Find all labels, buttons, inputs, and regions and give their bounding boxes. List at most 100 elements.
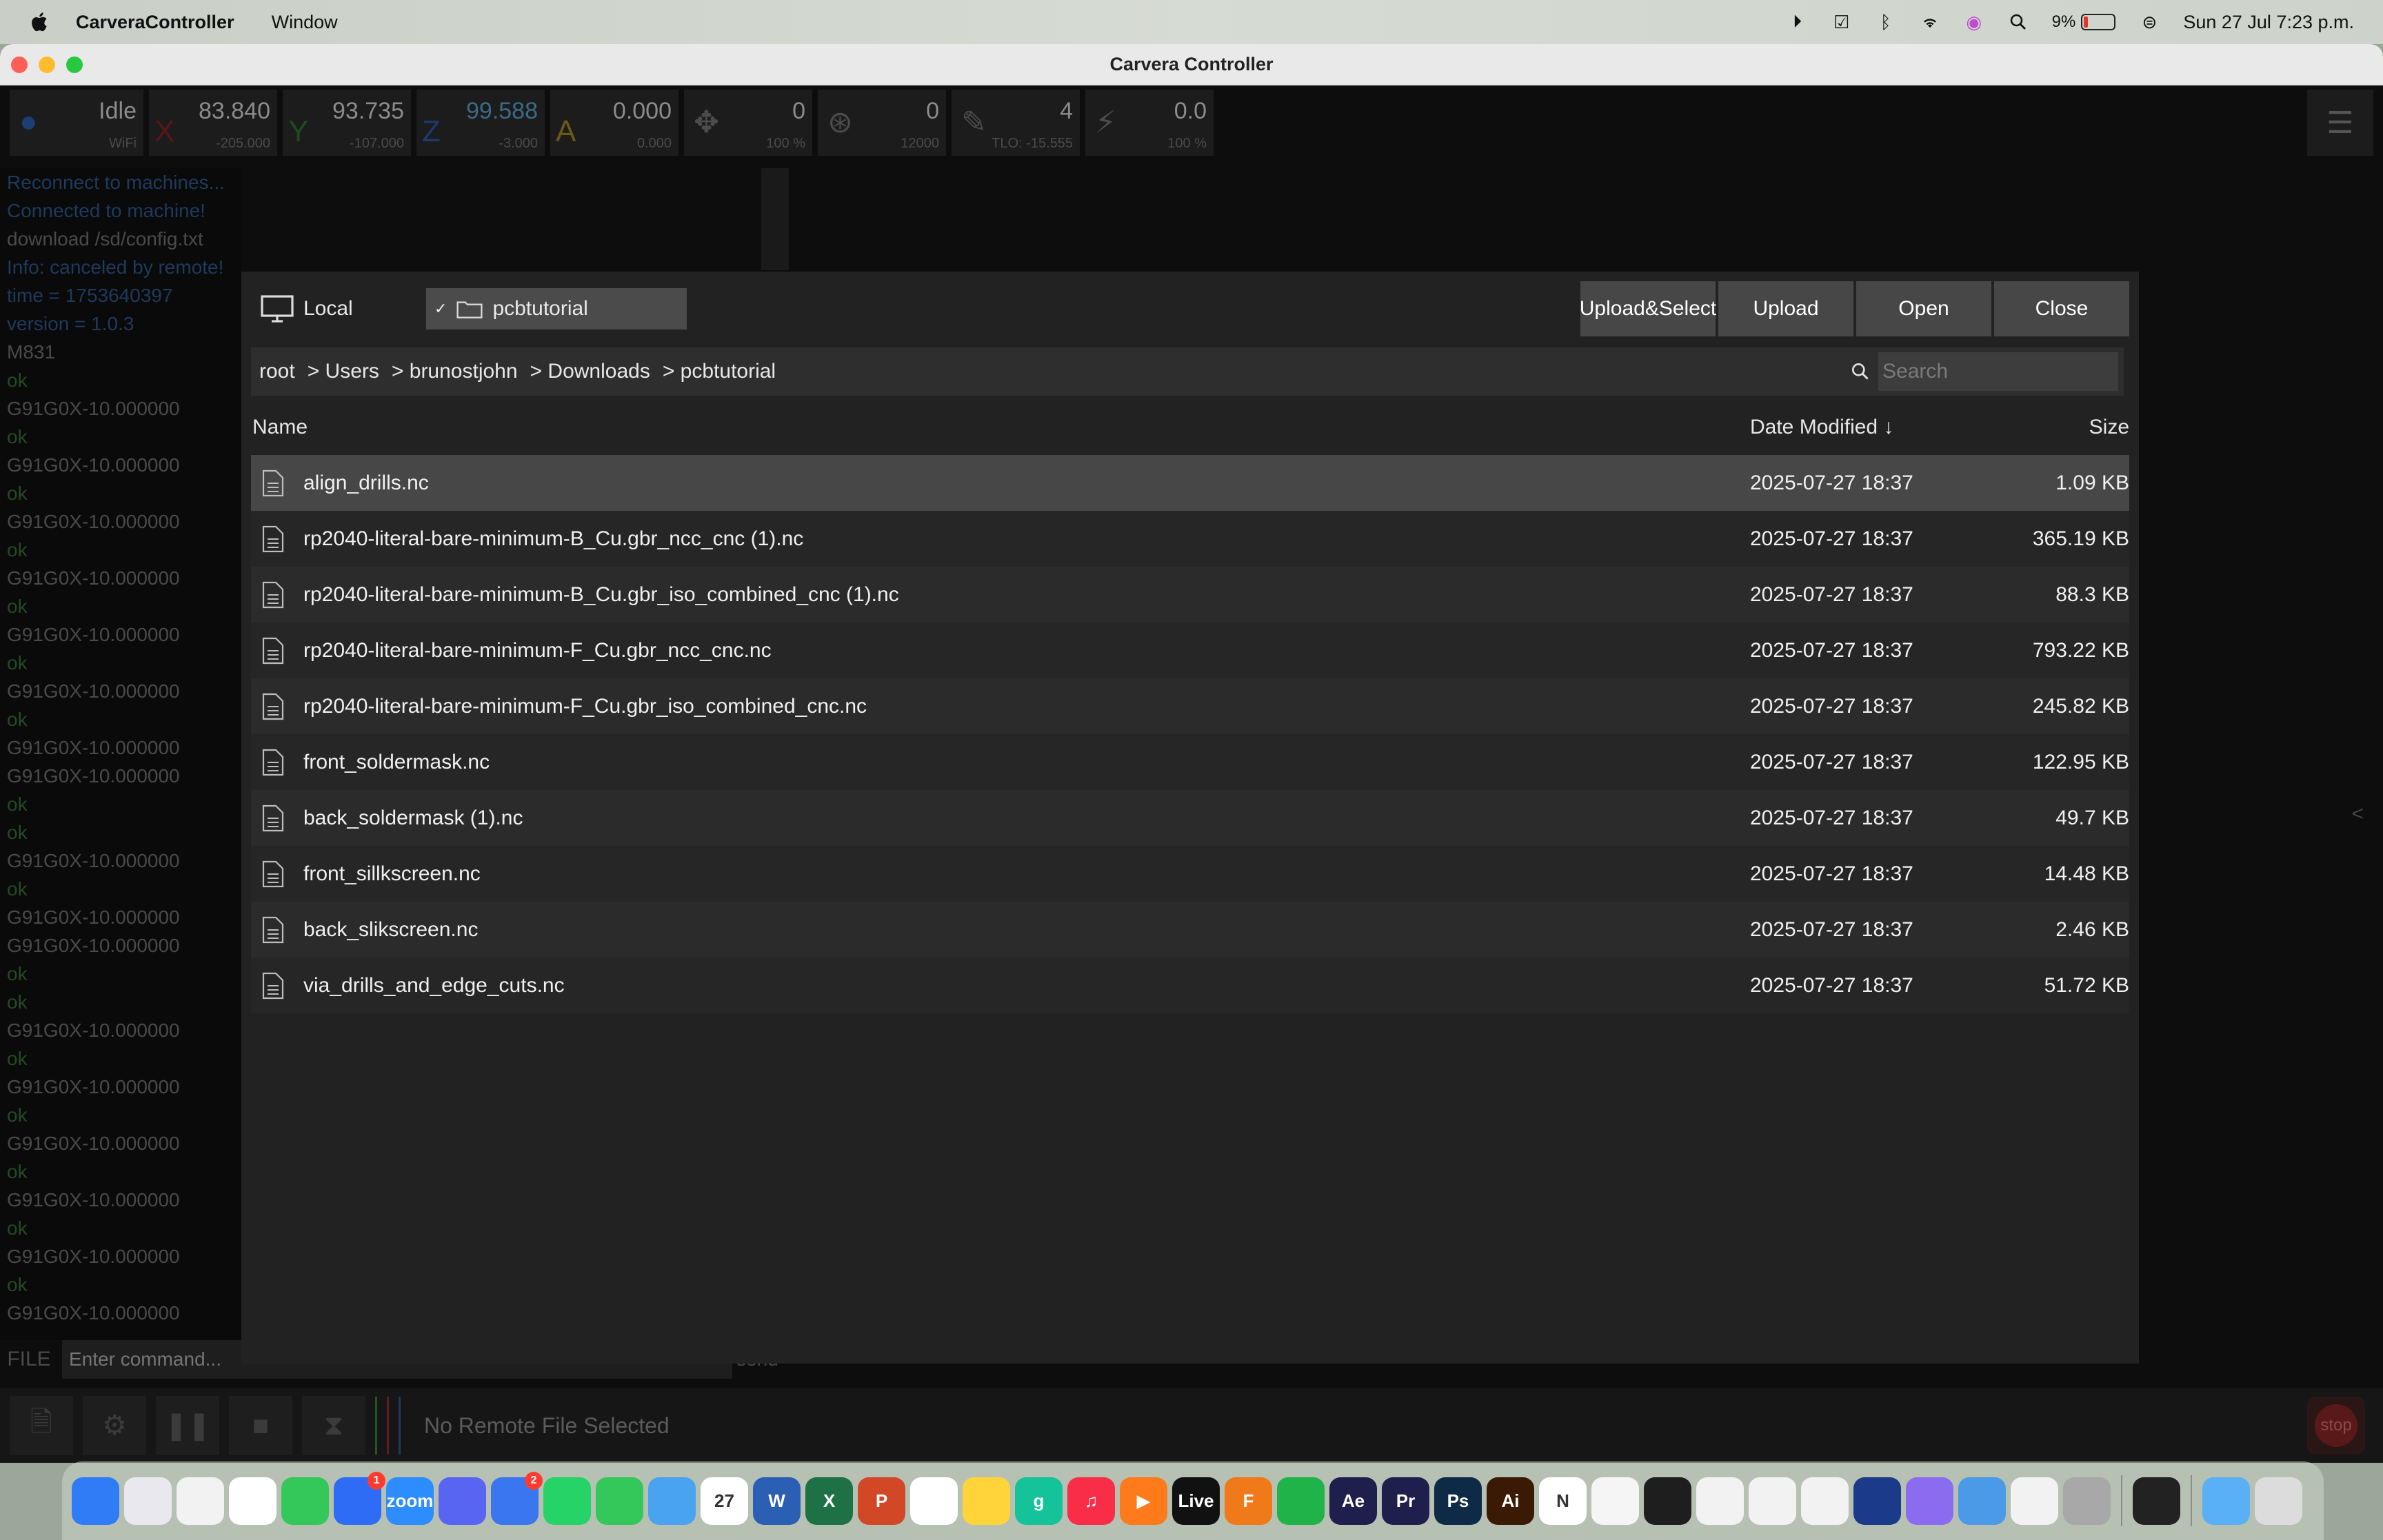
- window-titlebar[interactable]: Carvera Controller: [0, 44, 2383, 85]
- dock-phone-icon[interactable]: [281, 1477, 329, 1525]
- search-input[interactable]: [1878, 352, 2118, 391]
- dock-carvera-controller-icon[interactable]: [2133, 1477, 2180, 1525]
- dock-launchpad-icon[interactable]: [124, 1477, 172, 1525]
- siri-icon[interactable]: ◉: [1964, 12, 1984, 32]
- breadcrumb-pcbtutorial[interactable]: > pcbtutorial: [663, 360, 776, 383]
- battery-indicator[interactable]: 9%: [2052, 12, 2116, 32]
- dock-illustrator-icon[interactable]: Ai: [1487, 1477, 1534, 1525]
- settings-button[interactable]: ⚙: [83, 1396, 146, 1455]
- breadcrumb-downloads[interactable]: > Downloads: [530, 360, 650, 383]
- wifi-icon[interactable]: [1920, 12, 1940, 32]
- dock-trash-icon[interactable]: [2255, 1477, 2302, 1525]
- file-row[interactable]: back_slikscreen.nc 2025-07-27 18:37 2.46 K…: [251, 902, 2129, 958]
- file-label[interactable]: FILE: [0, 1348, 58, 1371]
- dock-finder-icon[interactable]: [72, 1477, 119, 1525]
- column-size[interactable]: Size: [1978, 416, 2129, 439]
- control-center-icon[interactable]: ⊜: [2139, 12, 2160, 32]
- dock-signal-icon[interactable]: 2: [491, 1471, 543, 1525]
- dock-calendar-icon[interactable]: 27: [701, 1477, 748, 1525]
- z-position[interactable]: Z 99.588 -3.000: [416, 90, 545, 156]
- dock-music-icon[interactable]: ♫: [1067, 1477, 1115, 1525]
- breadcrumb-user[interactable]: > brunostjohn: [392, 360, 518, 383]
- dock-whatsapp-icon[interactable]: [543, 1477, 591, 1525]
- dock-fusion-icon[interactable]: F: [1225, 1477, 1272, 1525]
- column-date-modified[interactable]: Date Modified ↓: [1750, 416, 1978, 439]
- minimize-window-button[interactable]: [39, 56, 55, 73]
- local-toggle[interactable]: Local: [261, 295, 426, 323]
- chevron-left-icon[interactable]: <: [2351, 802, 2364, 826]
- zoom-window-button[interactable]: [66, 56, 83, 73]
- dock-testflight-icon[interactable]: [648, 1477, 696, 1525]
- breadcrumb-users[interactable]: > Users: [308, 360, 379, 383]
- dock-reminders-icon[interactable]: [910, 1477, 958, 1525]
- dock-grammarly-icon[interactable]: g: [1015, 1477, 1063, 1525]
- dock-app-cube-icon[interactable]: [1801, 1477, 1849, 1525]
- dock-slack-icon[interactable]: [229, 1477, 276, 1525]
- folder-dropdown[interactable]: ✓ pcbtutorial: [426, 288, 687, 330]
- a-position[interactable]: A 0.000 0.000: [550, 90, 678, 156]
- dock-messenger-icon[interactable]: 1: [334, 1471, 385, 1525]
- dock-zoom-icon[interactable]: zoom: [386, 1477, 434, 1525]
- emergency-stop-button[interactable]: stop: [2307, 1397, 2365, 1455]
- dock-system-settings-icon[interactable]: [2063, 1477, 2111, 1525]
- y-position[interactable]: Y 93.735 -107.000: [283, 90, 411, 156]
- spindle-status[interactable]: ⊛ 0 12000: [818, 90, 946, 156]
- app-name-menu[interactable]: CarveraController: [76, 12, 234, 33]
- dock-app-striped-icon[interactable]: [1696, 1477, 1744, 1525]
- file-row[interactable]: back_soldermask (1).nc 2025-07-27 18:37 49…: [251, 790, 2129, 846]
- file-button[interactable]: 🗎: [10, 1396, 73, 1455]
- connection-status[interactable]: ● Idle WiFi: [10, 90, 143, 156]
- dock-app-blue-square-icon[interactable]: [1958, 1477, 2006, 1525]
- x-position[interactable]: X 83.840 -205.000: [149, 90, 277, 156]
- menu-clock[interactable]: Sun 27 Jul 7:23 p.m.: [2183, 12, 2354, 33]
- dock-numbers-icon[interactable]: [1277, 1477, 1325, 1525]
- dock-excel-icon[interactable]: X: [805, 1477, 853, 1525]
- dock-app-device-icon[interactable]: [1853, 1477, 1901, 1525]
- dock-powerpoint-icon[interactable]: P: [858, 1477, 905, 1525]
- dock-figma-icon[interactable]: [1644, 1477, 1691, 1525]
- file-row[interactable]: via_drills_and_edge_cuts.nc 2025-07-27 18…: [251, 958, 2129, 1013]
- open-button[interactable]: Open: [1856, 281, 1991, 336]
- file-row[interactable]: rp2040-literal-bare-minimum-B_Cu.gbr_iso…: [251, 567, 2129, 622]
- dock-notion-icon[interactable]: N: [1539, 1477, 1587, 1525]
- dock-app-purple-icon[interactable]: [1906, 1477, 1953, 1525]
- dock-messages-icon[interactable]: [596, 1477, 643, 1525]
- timer-button[interactable]: ⧗: [302, 1396, 365, 1455]
- dock-after-effects-icon[interactable]: Ae: [1329, 1477, 1377, 1525]
- dock-app-capsule-icon[interactable]: [1591, 1477, 1639, 1525]
- close-button[interactable]: Close: [1994, 281, 2129, 336]
- window-menu[interactable]: Window: [272, 12, 338, 33]
- bluetooth-icon[interactable]: ᛒ: [1876, 12, 1896, 32]
- dock-app-gear-square-icon[interactable]: [2011, 1477, 2058, 1525]
- pause-button[interactable]: ❚❚: [156, 1396, 219, 1455]
- dock-freeform-icon[interactable]: [177, 1477, 224, 1525]
- dock-ableton-live-icon[interactable]: Live: [1172, 1477, 1220, 1525]
- console-scrollbar[interactable]: [761, 168, 789, 270]
- feed-status[interactable]: ✥ 0 100 %: [684, 90, 812, 156]
- file-row[interactable]: rp2040-literal-bare-minimum-F_Cu.gbr_iso…: [251, 678, 2129, 734]
- breadcrumb-root[interactable]: root: [259, 360, 295, 383]
- dock-app-pen-icon[interactable]: [1749, 1477, 1796, 1525]
- checkbox-icon[interactable]: ☑: [1831, 12, 1852, 32]
- column-name[interactable]: Name: [251, 416, 1750, 439]
- tool-status[interactable]: ✎ 4 TLO: -15.555: [952, 90, 1080, 156]
- dock-discord-icon[interactable]: [439, 1477, 486, 1525]
- close-window-button[interactable]: [11, 56, 28, 73]
- file-row[interactable]: align_drills.nc 2025-07-27 18:37 1.09 KB: [251, 455, 2129, 511]
- dock-notes-icon[interactable]: [963, 1477, 1010, 1525]
- dock-downloads-folder-icon[interactable]: [2202, 1477, 2250, 1525]
- dock-premiere-icon[interactable]: Pr: [1382, 1477, 1429, 1525]
- console-log[interactable]: Reconnect to machines... Connected to mac…: [0, 168, 241, 1340]
- dock-word-icon[interactable]: W: [753, 1477, 801, 1525]
- dock-infuse-icon[interactable]: ▶: [1120, 1477, 1167, 1525]
- spotlight-icon[interactable]: [2008, 12, 2029, 32]
- laser-status[interactable]: ⚡ 0.0 100 %: [1085, 90, 1214, 156]
- file-row[interactable]: front_sillkscreen.nc 2025-07-27 18:37 14.4…: [251, 846, 2129, 902]
- stop-job-button[interactable]: ■: [229, 1396, 292, 1455]
- hamburger-menu-button[interactable]: ☰: [2307, 90, 2373, 156]
- apple-menu-icon[interactable]: [28, 10, 52, 34]
- file-row[interactable]: front_soldermask.nc 2025-07-27 18:37 122.9…: [251, 734, 2129, 790]
- file-row[interactable]: rp2040-literal-bare-minimum-B_Cu.gbr_ncc…: [251, 511, 2129, 567]
- dock-photoshop-icon[interactable]: Ps: [1434, 1477, 1482, 1525]
- play-icon[interactable]: ⏵: [1787, 11, 1808, 32]
